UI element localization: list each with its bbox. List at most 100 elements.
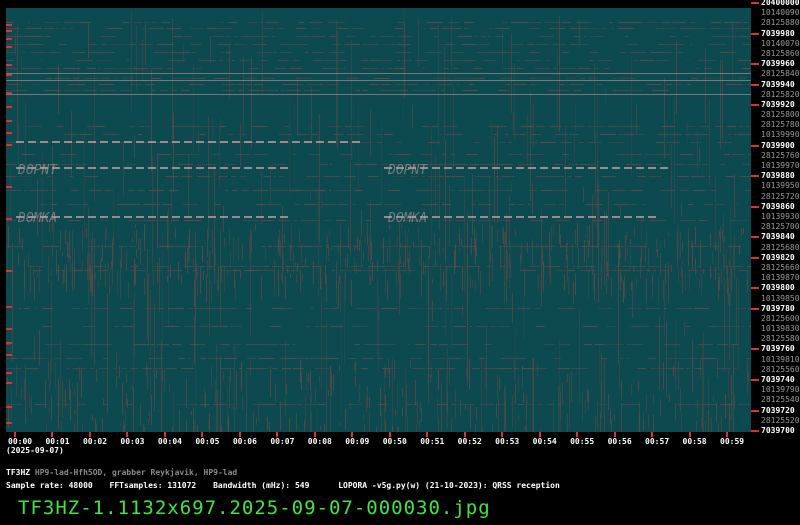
freq-label: 7039700 (761, 426, 795, 435)
edge-marker (6, 354, 12, 356)
freq-label: 28125680 (761, 242, 800, 252)
grabber-info: HP9-lad-Hfh5OD, grabber Reykjavik, HP9-l… (34, 468, 238, 477)
edge-marker (6, 218, 12, 220)
time-label: 00:04 (157, 437, 182, 446)
edge-marker (6, 106, 12, 108)
time-label: 00:02 (82, 437, 108, 446)
freq-label: 28125860 (761, 48, 800, 58)
freq-tick (751, 409, 759, 412)
freq-label: 7039880 (761, 171, 795, 181)
freq-tick (751, 83, 759, 86)
freq-tick (751, 144, 759, 147)
freq-label: 28125600 (761, 313, 800, 323)
freq-label: 7039980 (761, 28, 795, 38)
software-info: LOPORA -v5g.py(w) (21-10-2023): QRSS rec… (338, 481, 560, 490)
time-label: 00:57 (645, 437, 670, 446)
freq-label: 28125660 (761, 262, 800, 272)
freq-label: 7039720 (761, 405, 795, 415)
freq-label: 28125800 (761, 110, 800, 120)
freq-tick (751, 256, 759, 259)
time-label: 00:09 (345, 437, 370, 446)
freq-tick (751, 307, 759, 310)
edge-marker (6, 382, 12, 384)
freq-label: 7039740 (761, 375, 795, 385)
freq-label: 10139790 (761, 385, 800, 395)
spectrogram-waterfall: DOPNT DOPNT DOMKA DOMKA (6, 8, 751, 432)
time-label: 00:50 (382, 437, 407, 446)
edge-marker (6, 342, 12, 344)
time-label: 00:51 (420, 437, 445, 446)
frequency-axis: 20400000 10140090 28125880 7039980 10140070 2… (751, 0, 800, 436)
edge-marker (6, 30, 12, 32)
freq-tick (751, 175, 759, 178)
edge-marker (6, 24, 12, 26)
time-label: 00:53 (495, 437, 520, 446)
edge-marker (6, 120, 12, 122)
edge-marker (6, 74, 12, 76)
date-label: (2025-09-07) (6, 446, 64, 455)
edge-marker (6, 186, 12, 188)
freq-label: 10140070 (761, 38, 800, 48)
freq-label: 28125540 (761, 395, 800, 405)
bandwidth: Bandwidth (mHz): 549 (213, 481, 310, 490)
time-label: 00:55 (570, 437, 595, 446)
freq-label: 7039940 (761, 79, 795, 89)
freq-label: 28125580 (761, 334, 800, 344)
freq-label: 7039780 (761, 303, 795, 313)
freq-label: 10139930 (761, 212, 800, 221)
freq-label: 10139830 (761, 324, 800, 334)
freq-label: 28125520 (761, 415, 800, 425)
edge-marker (6, 64, 12, 66)
freq-label: 10140090 (761, 8, 800, 18)
edge-marker (6, 372, 12, 374)
freq-tick (751, 287, 759, 290)
time-label: 00:54 (532, 437, 557, 446)
noise-texture (6, 10, 751, 432)
time-label: 00:05 (195, 437, 220, 446)
freq-label: 20400000 (761, 0, 800, 7)
time-label: 00:00 (8, 437, 33, 446)
freq-label: 7039960 (761, 59, 795, 69)
freq-tick (751, 348, 759, 351)
edge-marker (6, 406, 12, 408)
qrss-callsign-trace: DOMKA (387, 211, 427, 226)
spectrogram-canvas: DOPNT DOPNT DOMKA DOMKA (6, 10, 751, 432)
freq-tick (751, 63, 759, 66)
station-info: TF3HZ HP9-lad-Hfh5OD, grabber Reykjavik,… (6, 468, 237, 477)
edge-marker (6, 270, 12, 272)
edge-marker (6, 92, 12, 94)
freq-tick (751, 205, 759, 208)
freq-label: 7039820 (761, 252, 795, 262)
parameters-line: Sample rate: 48000 FFTsamples: 131072 Ba… (6, 481, 572, 490)
freq-label: 7039900 (761, 140, 795, 150)
time-axis: 00:00 00:01 00:02 00:03 00:04 00:05 00:06 00:07… (0, 432, 751, 452)
freq-label: 10139970 (761, 161, 800, 171)
edge-marker (6, 422, 12, 424)
freq-label: 28125880 (761, 18, 800, 28)
freq-label: 7039800 (761, 283, 795, 293)
freq-tick (751, 32, 759, 35)
time-label: 00:07 (270, 437, 295, 446)
callsign: TF3HZ (6, 468, 31, 477)
freq-label: 10139870 (761, 273, 800, 283)
time-label: 00:01 (45, 437, 70, 446)
freq-label: 28125780 (761, 120, 800, 130)
time-label: 00:06 (232, 437, 257, 446)
sample-rate: Sample rate: 48000 (6, 481, 93, 490)
qrss-callsign-trace: DOPNT (387, 163, 428, 178)
qrss-callsign-trace: DOPNT (17, 163, 58, 178)
edge-marker (6, 144, 12, 146)
edge-marker (6, 38, 12, 40)
freq-label: 28125720 (761, 191, 800, 201)
freq-label: 7039860 (761, 201, 795, 211)
fft-samples: FFTsamples: 131072 (109, 481, 197, 490)
freq-tick (751, 2, 759, 4)
time-label: 00:08 (307, 437, 332, 446)
freq-label: 10139990 (761, 130, 800, 140)
edge-marker (6, 132, 12, 134)
time-label: 00:03 (120, 437, 145, 446)
time-label: 00:56 (607, 437, 632, 446)
freq-label: 7039840 (761, 232, 795, 242)
freq-tick (751, 103, 759, 106)
freq-tick (751, 379, 759, 382)
